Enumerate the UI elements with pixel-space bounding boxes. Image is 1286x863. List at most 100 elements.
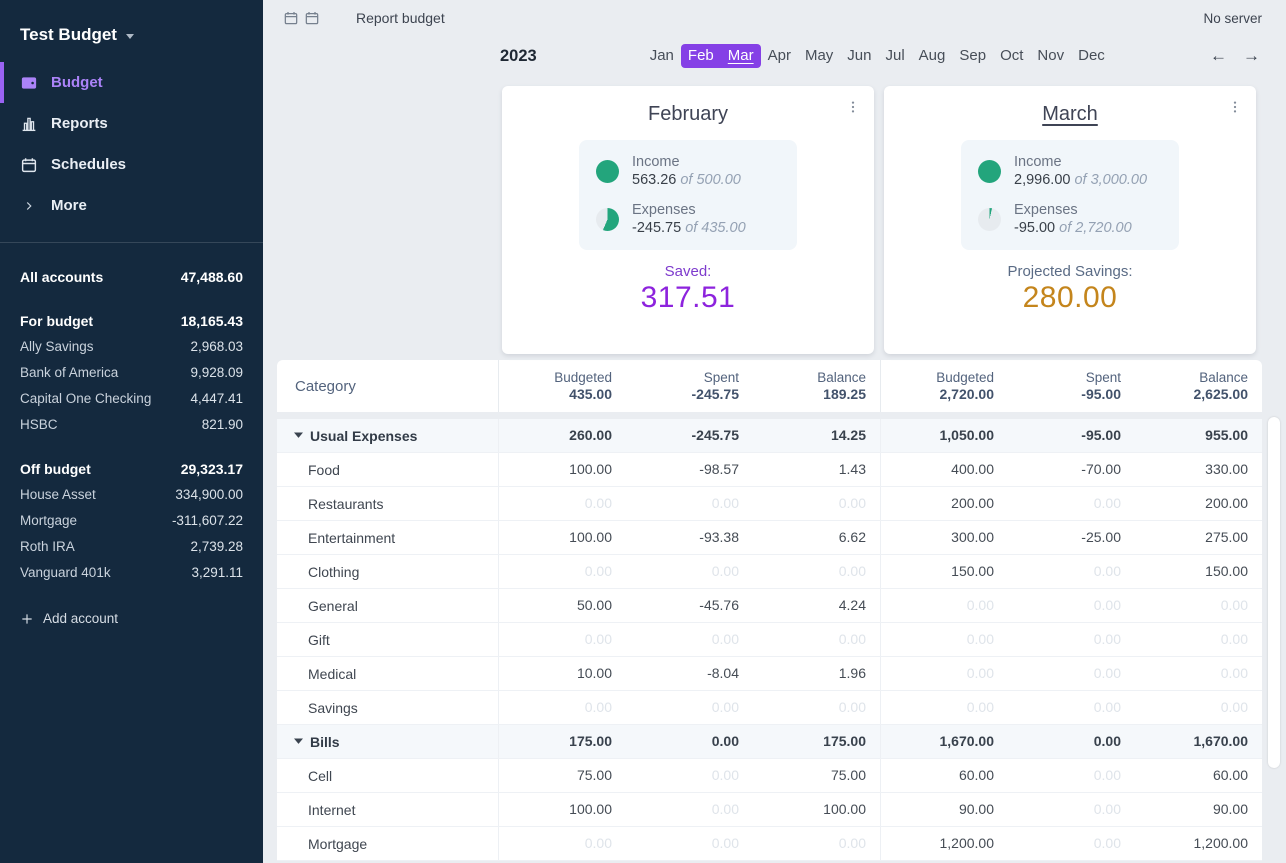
category-name-cell[interactable]: Internet: [277, 793, 498, 826]
balance-cell[interactable]: 1.43: [753, 453, 880, 486]
budgeted-cell[interactable]: 0.00: [499, 487, 626, 520]
budgeted-cell[interactable]: 260.00: [499, 419, 626, 452]
next-month-arrow-icon[interactable]: →: [1243, 46, 1260, 66]
balance-column-header[interactable]: Balance189.25: [753, 360, 880, 412]
balance-cell[interactable]: 0.00: [1135, 623, 1262, 656]
budgeted-cell[interactable]: 200.00: [881, 487, 1008, 520]
spent-cell[interactable]: 0.00: [1008, 827, 1135, 860]
spent-cell[interactable]: 0.00: [626, 691, 753, 724]
balance-column-header[interactable]: Balance2,625.00: [1135, 360, 1262, 412]
budgeted-cell[interactable]: 60.00: [881, 759, 1008, 792]
balance-cell[interactable]: 6.62: [753, 521, 880, 554]
savings-amount[interactable]: 317.51: [502, 281, 874, 315]
sidebar-account-item[interactable]: Ally Savings2,968.03: [20, 334, 243, 360]
spent-column-header[interactable]: Spent-245.75: [626, 360, 753, 412]
spent-cell[interactable]: 0.00: [626, 793, 753, 826]
budgeted-cell[interactable]: 75.00: [499, 759, 626, 792]
budgeted-cell[interactable]: 10.00: [499, 657, 626, 690]
card-summary-panel[interactable]: Income563.26of 500.00Expenses-245.75of 4…: [579, 140, 797, 250]
category-name-cell[interactable]: Medical: [277, 657, 498, 690]
sidebar-account-item[interactable]: Mortgage-311,607.22: [20, 508, 243, 534]
previous-month-arrow-icon[interactable]: ←: [1210, 46, 1227, 66]
budgeted-cell[interactable]: 400.00: [881, 453, 1008, 486]
sidebar-account-item[interactable]: Bank of America9,928.09: [20, 360, 243, 386]
month-tab-apr[interactable]: Apr: [761, 44, 798, 68]
budgeted-cell[interactable]: 50.00: [499, 589, 626, 622]
card-summary-panel[interactable]: Income2,996.00of 3,000.00Expenses-95.00o…: [961, 140, 1179, 250]
sidebar-item-all-accounts[interactable]: All accounts47,488.60: [20, 264, 243, 290]
category-name-cell[interactable]: General: [277, 589, 498, 622]
balance-cell[interactable]: 14.25: [753, 419, 880, 452]
sidebar-account-item[interactable]: Roth IRA2,739.28: [20, 534, 243, 560]
sidebar-account-item[interactable]: Vanguard 401k3,291.11: [20, 560, 243, 586]
account-group-header[interactable]: Off budget29,323.17: [20, 456, 243, 482]
collapse-triangle-icon[interactable]: [294, 432, 303, 438]
month-tab-may[interactable]: May: [798, 44, 840, 68]
balance-cell[interactable]: 60.00: [1135, 759, 1262, 792]
month-tab-jan[interactable]: Jan: [643, 44, 681, 68]
budgeted-cell[interactable]: 0.00: [499, 555, 626, 588]
spent-cell[interactable]: 0.00: [626, 555, 753, 588]
spent-cell[interactable]: -95.00: [1008, 419, 1135, 452]
month-tab-mar[interactable]: Mar: [721, 44, 761, 68]
budgeted-cell[interactable]: 90.00: [881, 793, 1008, 826]
add-account-button[interactable]: Add account: [20, 611, 243, 626]
budget-switcher[interactable]: Test Budget: [0, 0, 263, 49]
card-month-title[interactable]: March: [1042, 103, 1098, 126]
budgeted-cell[interactable]: 0.00: [881, 691, 1008, 724]
category-name-cell[interactable]: Savings: [277, 691, 498, 724]
month-tab-feb[interactable]: Feb: [681, 44, 721, 68]
spent-cell[interactable]: 0.00: [1008, 793, 1135, 826]
spent-cell[interactable]: 0.00: [1008, 623, 1135, 656]
card-menu-icon[interactable]: [845, 99, 861, 115]
category-column-header[interactable]: Category: [277, 360, 498, 412]
spent-cell[interactable]: -45.76: [626, 589, 753, 622]
spent-cell[interactable]: 0.00: [1008, 555, 1135, 588]
budgeted-cell[interactable]: 1,670.00: [881, 725, 1008, 758]
spent-cell[interactable]: 0.00: [626, 759, 753, 792]
category-name-cell[interactable]: Restaurants: [277, 487, 498, 520]
spent-cell[interactable]: 0.00: [626, 487, 753, 520]
category-name-cell[interactable]: Usual Expenses: [277, 419, 498, 452]
budgeted-cell[interactable]: 100.00: [499, 793, 626, 826]
budgeted-cell[interactable]: 100.00: [499, 453, 626, 486]
category-name-cell[interactable]: Cell: [277, 759, 498, 792]
spent-cell[interactable]: 0.00: [1008, 589, 1135, 622]
sidebar-item-more[interactable]: More: [0, 185, 263, 226]
balance-cell[interactable]: 0.00: [1135, 589, 1262, 622]
month-tab-sep[interactable]: Sep: [952, 44, 993, 68]
balance-cell[interactable]: 90.00: [1135, 793, 1262, 826]
budgeted-cell[interactable]: 100.00: [499, 521, 626, 554]
month-tab-aug[interactable]: Aug: [912, 44, 953, 68]
card-month-title[interactable]: February: [648, 103, 728, 126]
balance-cell[interactable]: 0.00: [753, 827, 880, 860]
spent-cell[interactable]: -98.57: [626, 453, 753, 486]
budgeted-cell[interactable]: 1,200.00: [881, 827, 1008, 860]
spent-cell[interactable]: 0.00: [1008, 691, 1135, 724]
balance-cell[interactable]: 0.00: [1135, 657, 1262, 690]
budgeted-cell[interactable]: 0.00: [499, 827, 626, 860]
two-month-view-calendar-icon[interactable]: [304, 10, 320, 26]
server-status[interactable]: No server: [1203, 11, 1262, 26]
month-tab-jun[interactable]: Jun: [840, 44, 878, 68]
spent-cell[interactable]: -25.00: [1008, 521, 1135, 554]
category-name-cell[interactable]: Clothing: [277, 555, 498, 588]
spent-cell[interactable]: 0.00: [626, 623, 753, 656]
month-tab-nov[interactable]: Nov: [1030, 44, 1071, 68]
account-group-header[interactable]: For budget18,165.43: [20, 308, 243, 334]
balance-cell[interactable]: 0.00: [753, 691, 880, 724]
budgeted-cell[interactable]: 175.00: [499, 725, 626, 758]
spent-cell[interactable]: 0.00: [1008, 759, 1135, 792]
balance-cell[interactable]: 200.00: [1135, 487, 1262, 520]
balance-cell[interactable]: 100.00: [753, 793, 880, 826]
budgeted-cell[interactable]: 150.00: [881, 555, 1008, 588]
sidebar-account-item[interactable]: HSBC821.90: [20, 412, 243, 438]
balance-cell[interactable]: 0.00: [1135, 691, 1262, 724]
card-menu-icon[interactable]: [1227, 99, 1243, 115]
spent-cell[interactable]: -245.75: [626, 419, 753, 452]
spent-cell[interactable]: 0.00: [626, 725, 753, 758]
month-tab-dec[interactable]: Dec: [1071, 44, 1112, 68]
sidebar-item-schedules[interactable]: Schedules: [0, 144, 263, 185]
sidebar-account-item[interactable]: Capital One Checking4,447.41: [20, 386, 243, 412]
spent-cell[interactable]: 0.00: [1008, 725, 1135, 758]
